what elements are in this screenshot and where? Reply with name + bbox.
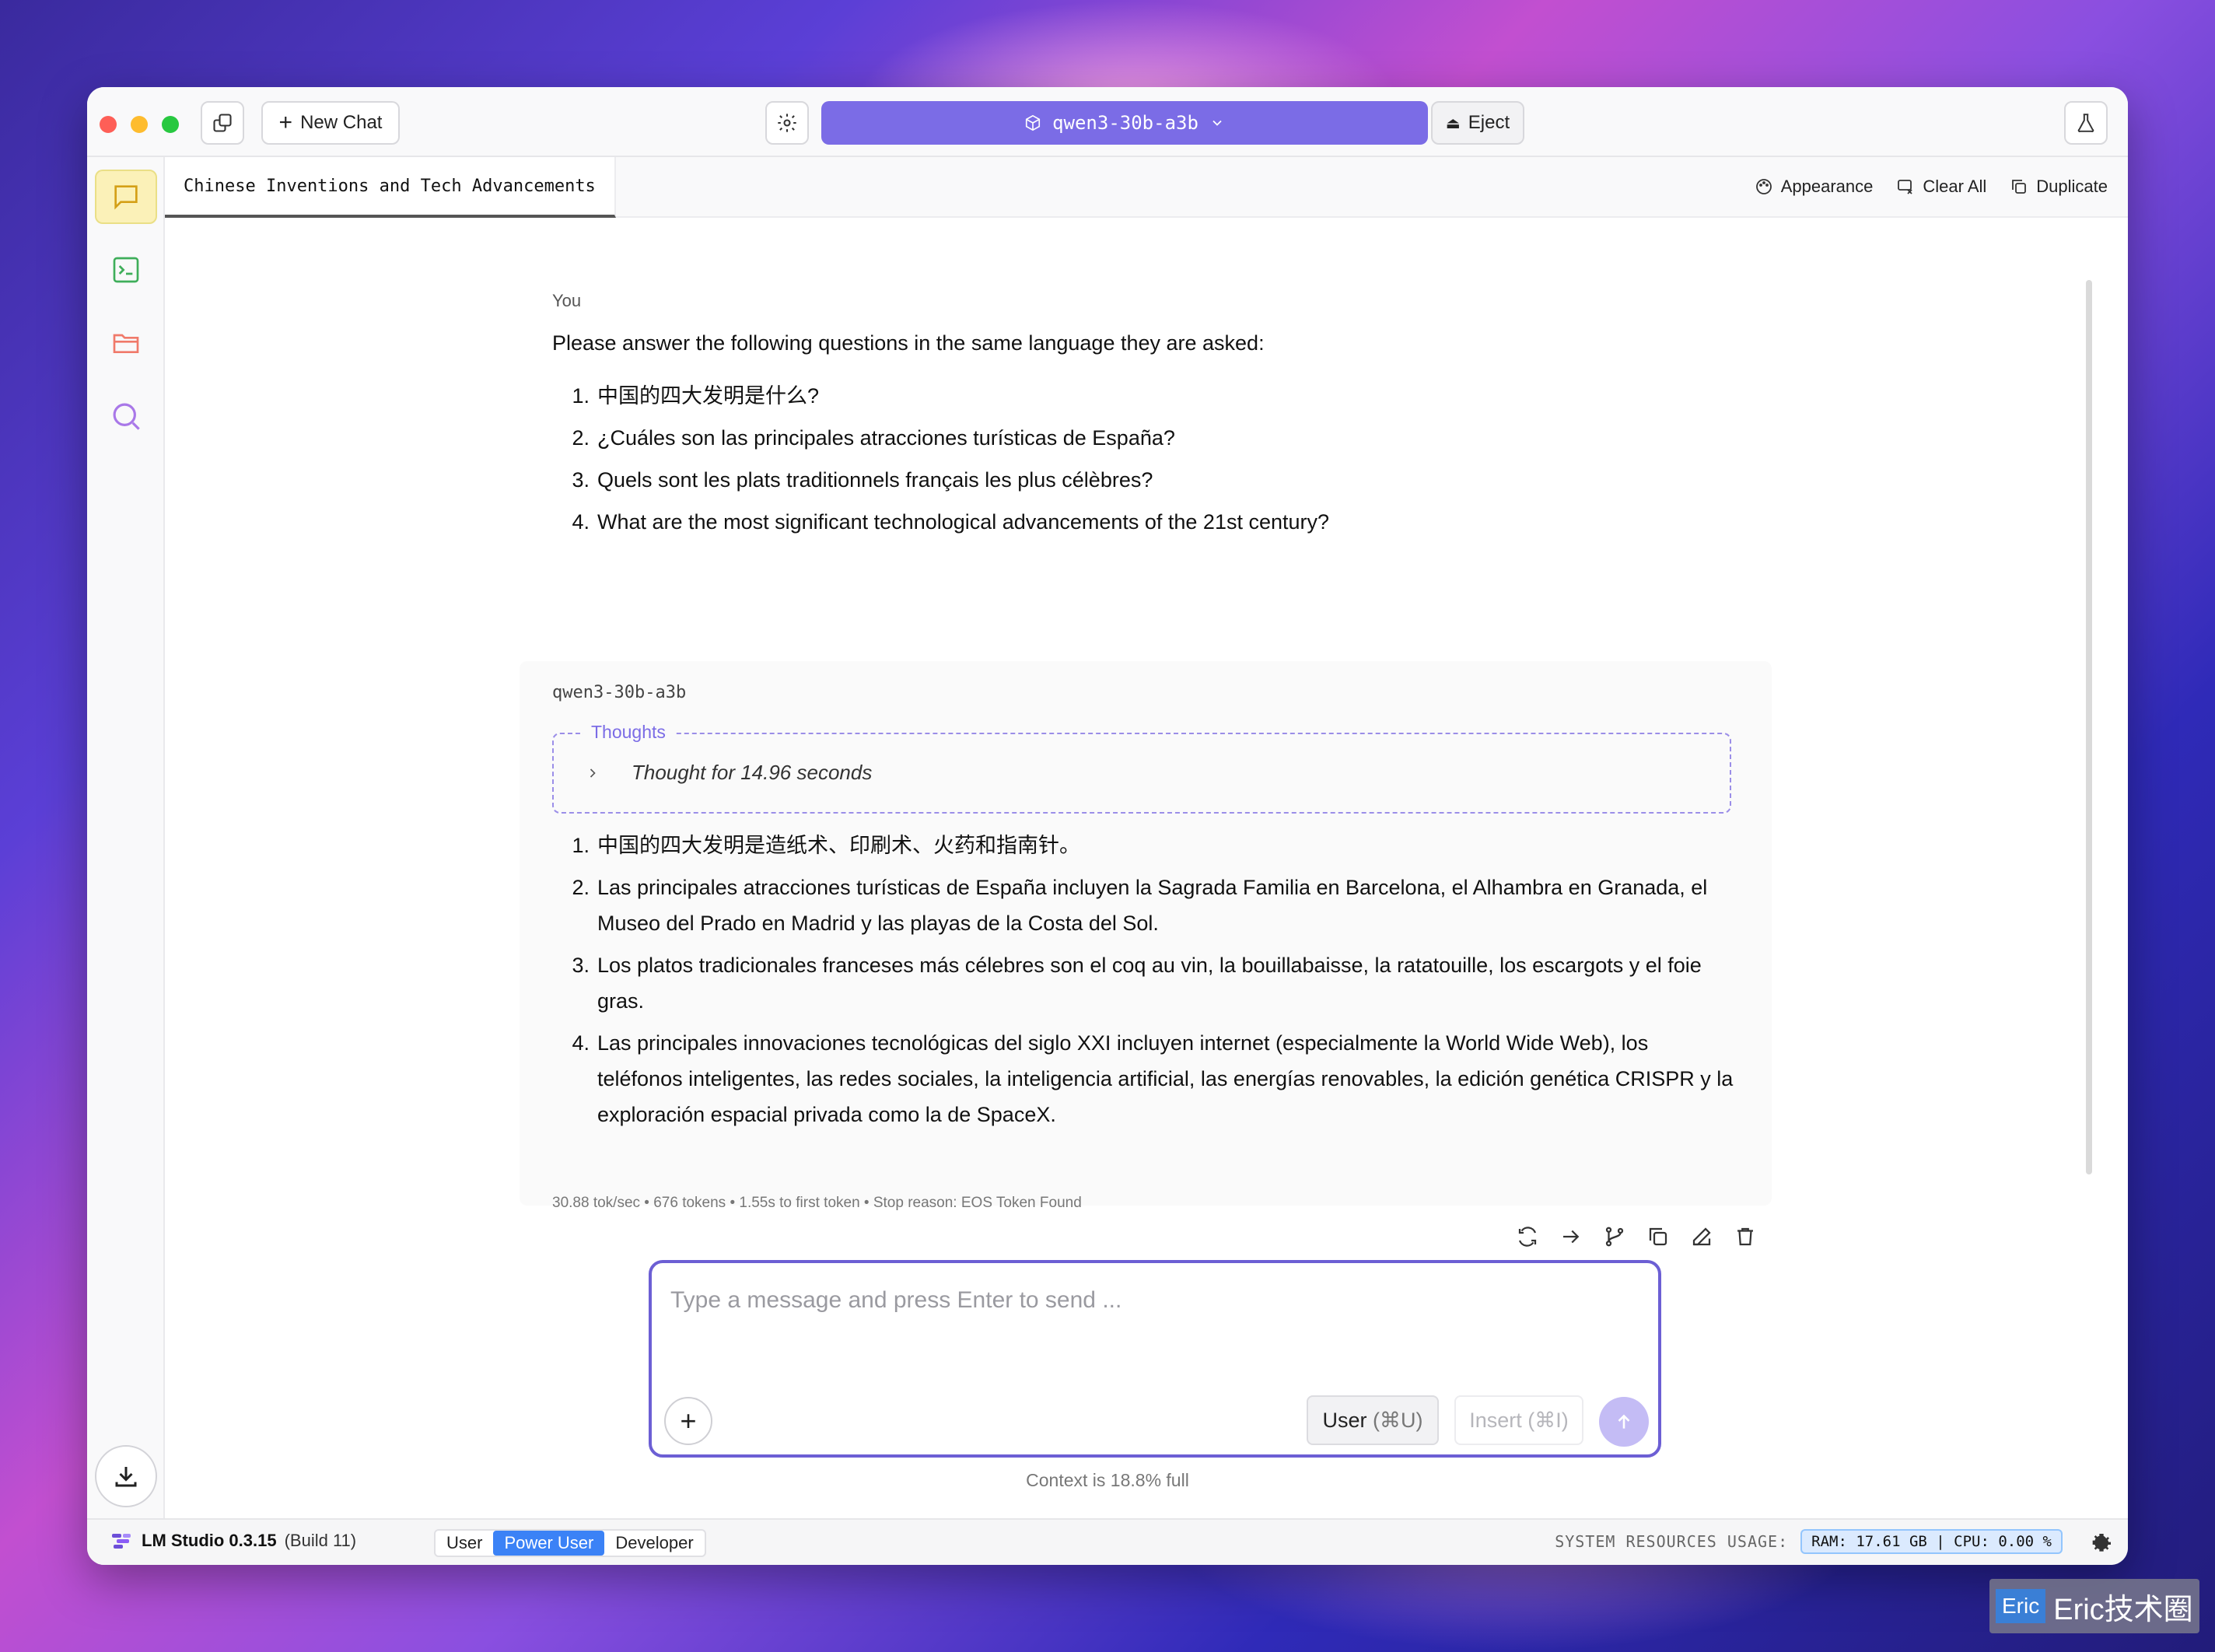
- sidebar-item-discover[interactable]: [95, 389, 157, 443]
- message-composer: + User (⌘U) Insert (⌘I): [649, 1260, 1661, 1458]
- chat-scrollbar[interactable]: [2086, 280, 2092, 1174]
- status-bar: LM Studio 0.3.15 (Build 11) User Power U…: [87, 1518, 2128, 1565]
- list-item: 1. 中国的四大发明是什么?: [572, 384, 820, 408]
- edit-icon[interactable]: [1689, 1224, 1714, 1249]
- trash-icon[interactable]: [1733, 1224, 1758, 1249]
- user-message-intro: Please answer the following questions in…: [552, 331, 1265, 355]
- list-item: 4. Las principales innovaciones tecnológi…: [572, 1031, 1734, 1126]
- model-selector[interactable]: qwen3-30b-a3b: [821, 101, 1428, 145]
- context-usage-text: Context is 18.8% full: [1026, 1470, 1189, 1490]
- list-item: 2. Las principales atracciones turísticas…: [572, 876, 1708, 935]
- sidebar: [87, 157, 165, 1518]
- plus-icon: +: [278, 110, 293, 135]
- chevron-down-icon: [1212, 120, 1222, 126]
- thoughts-panel[interactable]: Thoughts Thought for 14.96 seconds: [552, 722, 1731, 814]
- eject-icon: ⏏: [1445, 114, 1461, 132]
- copy-icon: [2012, 180, 2027, 194]
- zoom-window-button[interactable]: [162, 116, 179, 133]
- download-icon: [115, 1467, 137, 1487]
- user-role-button[interactable]: User (⌘U): [1307, 1395, 1439, 1445]
- message-actions: [1515, 1224, 1758, 1249]
- generation-stats: 30.88 tok/sec • 676 tokens • 1.55s to fi…: [552, 1195, 1082, 1211]
- attach-button[interactable]: +: [664, 1397, 712, 1445]
- tab-bar: Chinese Inventions and Tech Advancements…: [165, 157, 2128, 218]
- eject-button[interactable]: ⏏ Eject: [1431, 101, 1524, 145]
- plus-icon: +: [680, 1405, 697, 1437]
- minimize-window-button[interactable]: [131, 116, 148, 133]
- title-bar: + New Chat qwen3-30b-a3b ⏏ Eject: [87, 87, 2128, 157]
- search-icon: [113, 403, 140, 430]
- sidebar-item-chat[interactable]: [95, 170, 157, 224]
- system-resources: SYSTEM RESOURCES USAGE: RAM: 17.61 GB | …: [1555, 1529, 2063, 1554]
- lm-studio-logo-icon: [112, 1534, 131, 1549]
- terminal-icon: [113, 257, 139, 283]
- tab-chat[interactable]: Chinese Inventions and Tech Advancements: [165, 157, 616, 218]
- flask-icon: [2077, 114, 2094, 132]
- app-version: LM Studio 0.3.15 (Build 11): [110, 1531, 356, 1551]
- app-window: + New Chat qwen3-30b-a3b ⏏ Eject Chinese…: [87, 87, 2128, 1565]
- sidebar-item-developer[interactable]: [95, 243, 157, 297]
- sidebar-toggle-button[interactable]: [201, 101, 244, 145]
- cube-icon: [1026, 114, 1041, 131]
- thoughts-summary: Thought for 14.96 seconds: [632, 761, 873, 784]
- close-window-button[interactable]: [100, 116, 117, 133]
- settings-button[interactable]: [765, 101, 809, 145]
- windows-icon: [213, 114, 232, 132]
- gear-icon[interactable]: [2089, 1531, 2114, 1556]
- insert-button[interactable]: Insert (⌘I): [1454, 1395, 1583, 1445]
- arrow-up-icon: [1618, 1414, 1630, 1429]
- send-button[interactable]: [1599, 1397, 1649, 1447]
- chevron-right-icon[interactable]: [585, 765, 600, 781]
- watermark: Eric Eric技术圈: [1989, 1579, 2199, 1633]
- mode-developer[interactable]: Developer: [604, 1531, 704, 1556]
- appearance-button[interactable]: Appearance: [1755, 177, 1873, 197]
- duplicate-button[interactable]: Duplicate: [2010, 177, 2108, 197]
- list-item: 3. Quels sont les plats traditionnels fra…: [572, 468, 1153, 492]
- watermark-logo: Eric: [1996, 1589, 2046, 1623]
- list-item: 3. Los platos tradicionales franceses más…: [572, 954, 1702, 1013]
- list-item: 1. 中国的四大发明是造纸术、印刷术、火药和指南针。: [572, 834, 1080, 857]
- regenerate-icon[interactable]: [1515, 1224, 1540, 1249]
- new-chat-button[interactable]: + New Chat: [261, 101, 400, 145]
- palette-icon: [1755, 179, 1772, 194]
- mode-user[interactable]: User: [436, 1531, 493, 1556]
- mode-power-user[interactable]: Power User: [493, 1531, 605, 1556]
- mode-switcher: User Power User Developer: [434, 1529, 706, 1557]
- continue-arrow-icon[interactable]: [1559, 1224, 1583, 1249]
- list-item: 2. ¿Cuáles son las principales atraccione…: [572, 426, 1175, 450]
- thoughts-title: Thoughts: [583, 722, 674, 743]
- user-message: Please answer the following questions in…: [552, 322, 1719, 543]
- user-message-label: You: [552, 291, 582, 310]
- message-input[interactable]: [670, 1283, 1604, 1318]
- copy-icon[interactable]: [1646, 1224, 1671, 1249]
- list-item: 4. What are the most significant technolo…: [572, 510, 1330, 534]
- watermark-text: Eric技术圈: [2053, 1593, 2193, 1626]
- resources-usage-badge[interactable]: RAM: 17.61 GB | CPU: 0.00 %: [1800, 1529, 2063, 1554]
- clear-all-button[interactable]: Clear All: [1896, 177, 1986, 197]
- sidebar-item-models[interactable]: [95, 316, 157, 370]
- assistant-message: 1. 中国的四大发明是造纸术、印刷术、火药和指南针。 2. Las principa…: [552, 828, 1734, 1139]
- downloads-button[interactable]: [95, 1445, 157, 1507]
- labs-button[interactable]: [2064, 101, 2108, 145]
- folder-icon: [113, 334, 139, 353]
- chat-bubble-icon: [114, 185, 138, 210]
- clear-chat-icon: [1898, 180, 1912, 194]
- user-question-list: 1. 中国的四大发明是什么? 2. ¿Cuáles son las principa…: [552, 375, 1719, 543]
- branch-icon[interactable]: [1602, 1224, 1627, 1249]
- tab-actions: Appearance Clear All Duplicate: [1755, 157, 2108, 216]
- assistant-model-label: qwen3-30b-a3b: [552, 683, 687, 702]
- gear-icon: [778, 114, 796, 132]
